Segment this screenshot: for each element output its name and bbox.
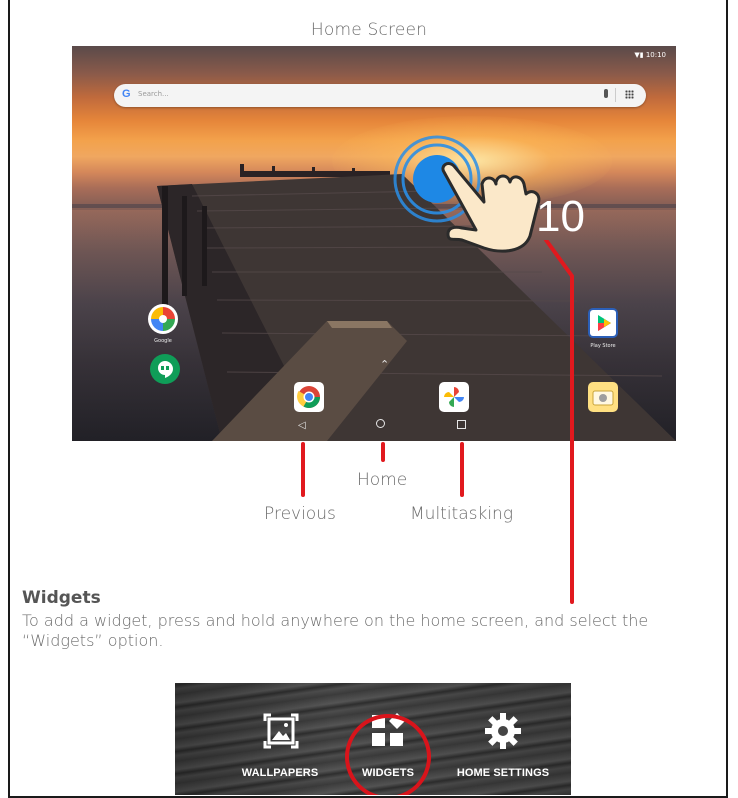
widgets-highlight-circle bbox=[345, 714, 431, 795]
wallpapers-label: WALLPAPERS bbox=[241, 767, 319, 779]
wallpaper-icon bbox=[263, 713, 299, 749]
widgets-description: To add a widget, press and hold anywhere… bbox=[22, 611, 649, 650]
tablet-home-screen: ▼▮ 10:10 G Search... 10 Google Play Stor… bbox=[72, 46, 676, 441]
clock-widget: 10 bbox=[536, 192, 585, 241]
google-folder-icon[interactable] bbox=[148, 304, 178, 334]
recents-nav-icon[interactable] bbox=[457, 420, 466, 429]
multitasking-label: Multitasking bbox=[410, 504, 514, 524]
screen-title: Home Screen bbox=[310, 20, 428, 40]
back-nav-icon[interactable]: ◁ bbox=[298, 420, 306, 431]
widgets-heading: Widgets bbox=[22, 588, 101, 608]
home-label: Home bbox=[357, 470, 408, 490]
photos-icon[interactable] bbox=[439, 382, 469, 412]
app-grid-icon[interactable] bbox=[625, 90, 634, 99]
camera-icon[interactable] bbox=[588, 382, 618, 412]
play-store-icon[interactable] bbox=[588, 308, 618, 338]
multitasking-pointer-line bbox=[460, 442, 464, 497]
app-drawer-chevron-icon[interactable]: ⌃ bbox=[380, 358, 389, 371]
gear-icon bbox=[485, 713, 521, 749]
home-settings-option[interactable]: HOME SETTINGS bbox=[443, 703, 563, 793]
chrome-icon[interactable] bbox=[294, 382, 324, 412]
google-search-bar[interactable]: G Search... bbox=[114, 84, 646, 107]
home-pointer-line bbox=[381, 442, 385, 462]
microphone-icon[interactable] bbox=[604, 89, 608, 98]
previous-pointer-line bbox=[301, 442, 305, 497]
google-logo: G bbox=[122, 88, 131, 100]
wallpapers-option[interactable]: WALLPAPERS bbox=[225, 703, 335, 793]
google-folder-label: Google bbox=[154, 338, 172, 344]
search-divider bbox=[615, 88, 616, 102]
widgets-pointer-line bbox=[544, 240, 574, 604]
home-settings-label: HOME SETTINGS bbox=[456, 767, 550, 779]
play-store-label: Play Store bbox=[590, 343, 616, 349]
search-placeholder: Search... bbox=[138, 90, 169, 98]
previous-label: Previous bbox=[264, 504, 336, 524]
home-options-menu: WALLPAPERS WIDGETS HOME SETTINGS bbox=[175, 683, 571, 795]
home-nav-icon[interactable] bbox=[376, 419, 385, 428]
status-bar: ▼▮ 10:10 bbox=[634, 51, 666, 59]
hangouts-icon[interactable] bbox=[150, 354, 180, 384]
